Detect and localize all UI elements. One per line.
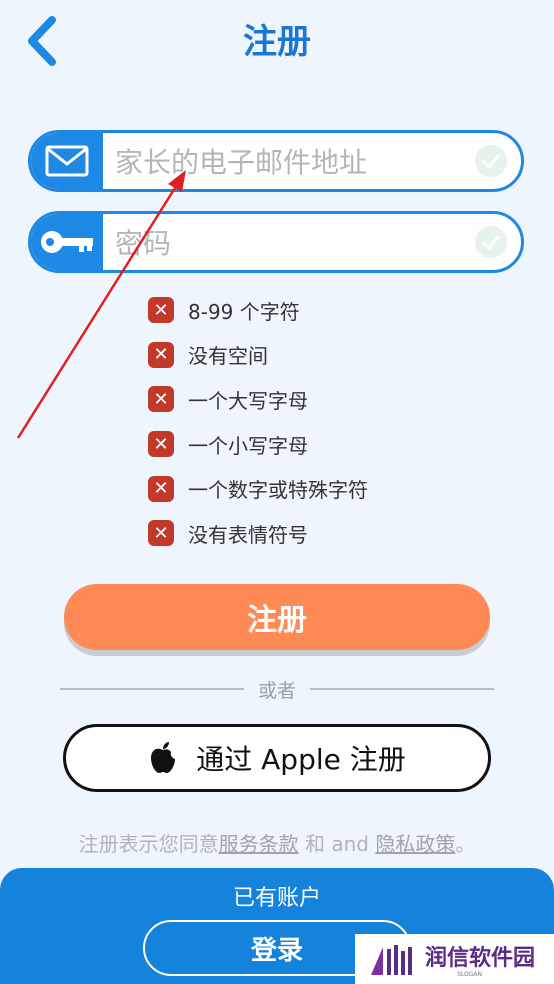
register-button[interactable]: 注册 (64, 584, 490, 650)
password-rule: ✕ 8-99 个字符 (148, 288, 368, 333)
mail-icon (45, 145, 89, 177)
rule-label: 没有空间 (188, 344, 268, 369)
or-divider: 或者 (60, 676, 495, 702)
password-valid-check-icon (475, 226, 507, 258)
terms-prefix: 注册表示您同意 (78, 832, 219, 856)
watermark-slogan: SLOGAN (457, 971, 482, 978)
terms-text: 注册表示您同意服务条款 和 and 隐私政策。 (0, 828, 554, 857)
cross-icon: ✕ (148, 520, 174, 547)
rule-label: 没有表情符号 (188, 522, 308, 547)
password-rule: ✕ 一个小写字母 (148, 422, 368, 467)
password-rules-list: ✕ 8-99 个字符 ✕ 没有空间 ✕ 一个大写字母 ✕ 一个小写字母 ✕ 一个… (148, 288, 368, 556)
privacy-policy-link[interactable]: 隐私政策 (375, 832, 455, 856)
rule-label: 8-99 个字符 (188, 299, 300, 324)
divider-line (60, 688, 244, 690)
password-rule: ✕ 一个大写字母 (148, 377, 368, 422)
cross-icon: ✕ (148, 386, 174, 413)
watermark-bars-icon (371, 945, 412, 975)
watermark-text: 润信软件园 (425, 946, 536, 971)
cross-icon: ✕ (148, 341, 174, 368)
rule-label: 一个大写字母 (188, 388, 308, 413)
apple-signup-label: 通过 Apple 注册 (196, 743, 406, 776)
cross-icon: ✕ (148, 297, 174, 324)
page-title: 注册 (243, 22, 311, 62)
apple-logo-icon (151, 742, 176, 773)
cross-icon: ✕ (148, 431, 174, 458)
key-icon (41, 231, 93, 253)
password-icon-tab (31, 214, 103, 270)
have-account-label: 已有账户 (232, 886, 321, 911)
password-rule: ✕ 没有表情符号 (148, 511, 368, 556)
watermark-logo: 润信软件园 SLOGAN (355, 934, 554, 984)
or-label: 或者 (258, 679, 297, 702)
cross-icon: ✕ (148, 475, 174, 502)
password-input[interactable] (113, 214, 457, 270)
email-input[interactable] (113, 133, 457, 189)
password-rule: ✕ 没有空间 (148, 333, 368, 378)
email-valid-check-icon (475, 145, 507, 177)
email-field[interactable] (28, 130, 524, 192)
rule-label: 一个数字或特殊字符 (188, 478, 368, 503)
password-field[interactable] (28, 211, 524, 273)
rule-label: 一个小写字母 (188, 433, 308, 458)
header: 注册 (0, 0, 554, 80)
divider-line (310, 688, 495, 690)
terms-suffix: 。 (455, 832, 476, 856)
apple-signup-button[interactable]: 通过 Apple 注册 (63, 724, 491, 792)
password-rule: ✕ 一个数字或特殊字符 (148, 466, 368, 511)
email-icon-tab (31, 133, 103, 189)
terms-of-service-link[interactable]: 服务条款 (219, 832, 299, 856)
terms-middle: 和 and (298, 832, 376, 856)
